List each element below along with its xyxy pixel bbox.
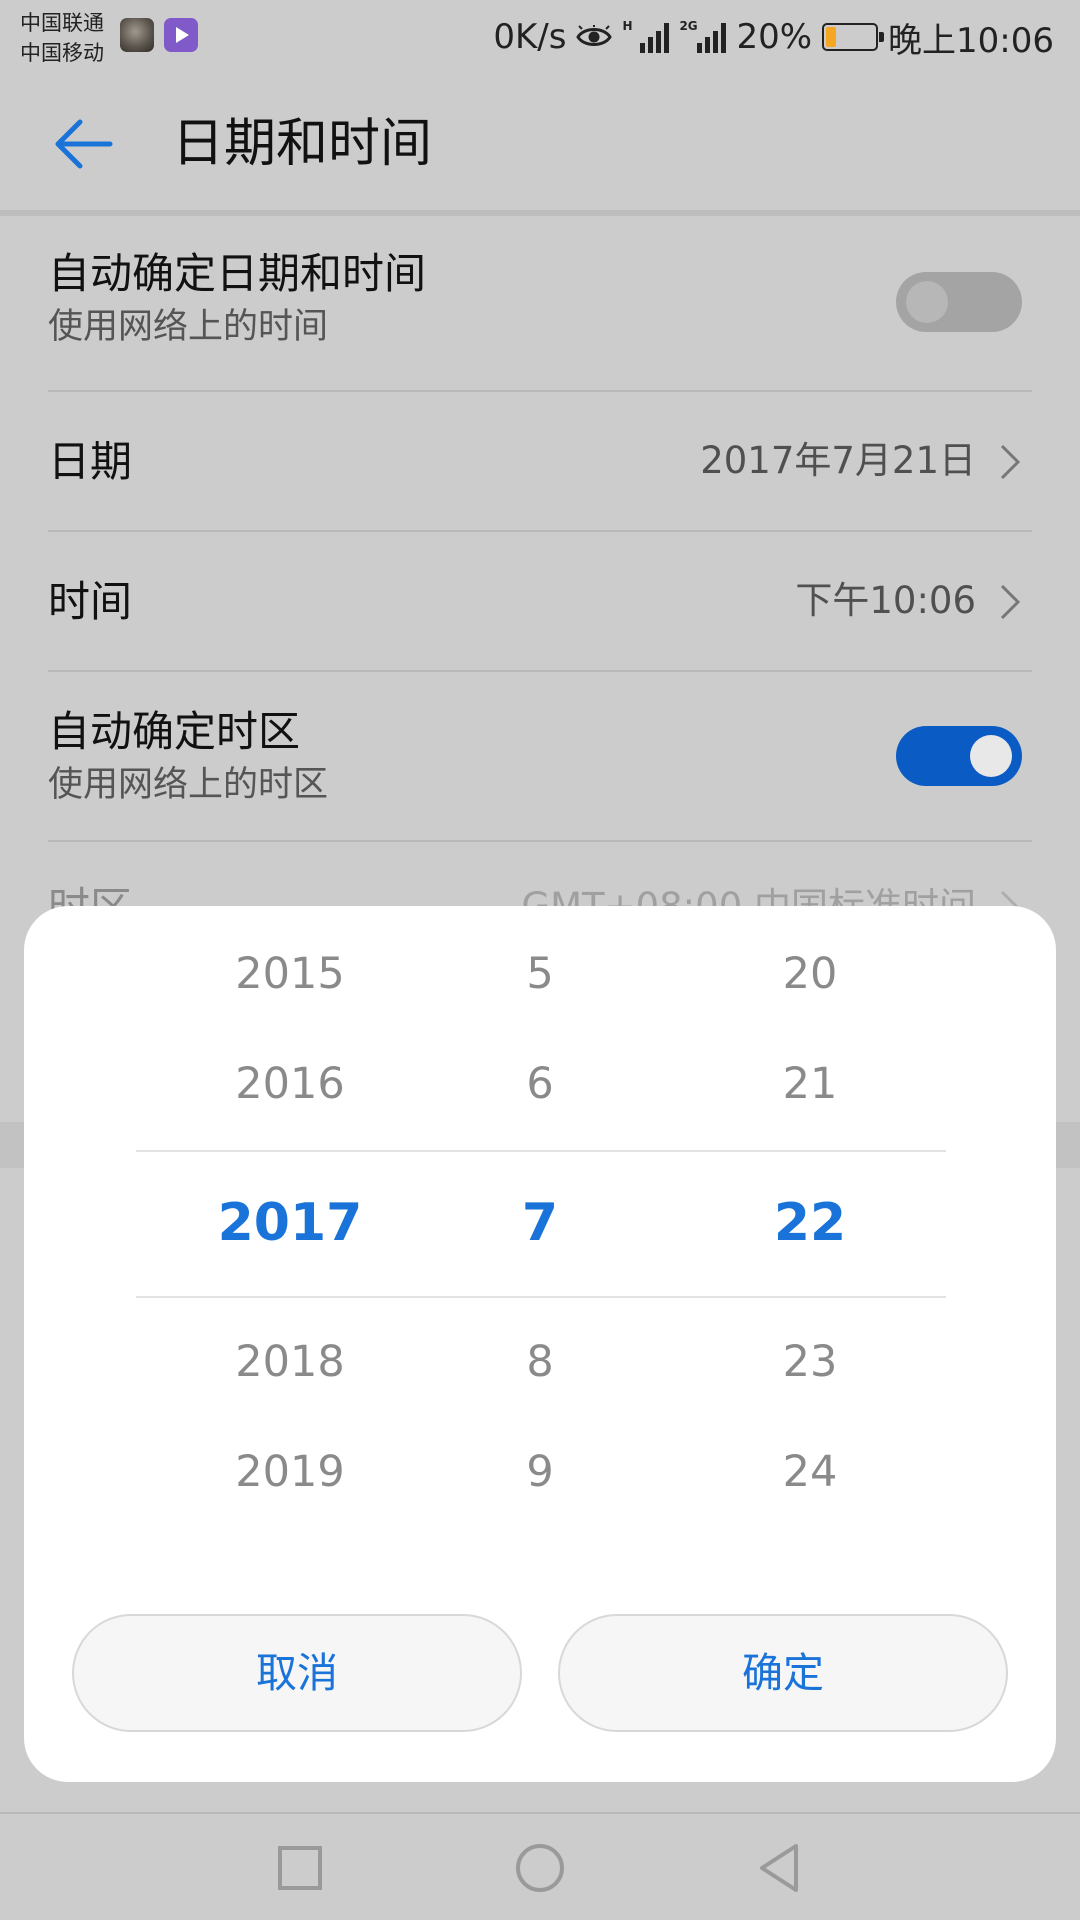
system-nav-bar bbox=[0, 1812, 1080, 1920]
day-option[interactable]: 20 bbox=[690, 944, 930, 1004]
date-row[interactable]: 日期 2017年7月21日 bbox=[48, 434, 1032, 494]
circle-home-icon[interactable] bbox=[510, 1838, 570, 1898]
row-divider bbox=[48, 840, 1032, 842]
month-selected[interactable]: 7 bbox=[420, 1188, 660, 1258]
row-divider bbox=[48, 670, 1032, 672]
game-app-icon bbox=[120, 18, 154, 52]
year-option[interactable]: 2015 bbox=[170, 944, 410, 1004]
battery-level-fill bbox=[826, 27, 836, 47]
auto-timezone-row[interactable]: 自动确定时区 使用网络上的时区 bbox=[48, 704, 1032, 814]
auto-datetime-title: 自动确定日期和时间 bbox=[48, 249, 427, 298]
status-bar: 中国联通 中国移动 0K/s H 2G 20% 晚上10:06 bbox=[0, 0, 1080, 76]
net-speed: 0K/s bbox=[493, 17, 567, 57]
battery-icon bbox=[822, 23, 885, 51]
year-wheel[interactable]: 2015 2016 2017 2018 2019 bbox=[170, 906, 410, 1546]
month-wheel[interactable]: 5 6 7 8 9 bbox=[420, 906, 660, 1546]
toggle-knob bbox=[970, 735, 1012, 777]
day-option[interactable]: 23 bbox=[690, 1332, 930, 1392]
eye-icon bbox=[576, 25, 613, 46]
date-value: 2017年7月21日 bbox=[700, 439, 976, 482]
carrier-info: 中国联通 中国移动 bbox=[20, 8, 104, 68]
day-option[interactable]: 21 bbox=[690, 1054, 930, 1114]
signal-icon: H bbox=[622, 19, 670, 53]
carrier-2: 中国移动 bbox=[20, 41, 104, 65]
year-option[interactable]: 2016 bbox=[170, 1054, 410, 1114]
month-option[interactable]: 5 bbox=[420, 944, 660, 1004]
month-option[interactable]: 8 bbox=[420, 1332, 660, 1392]
confirm-button[interactable]: 确定 bbox=[558, 1614, 1008, 1732]
date-picker-dialog: 2015 2016 2017 2018 2019 5 6 7 8 9 20 21… bbox=[24, 906, 1056, 1782]
auto-timezone-toggle[interactable] bbox=[896, 726, 1022, 786]
month-option[interactable]: 9 bbox=[420, 1442, 660, 1502]
day-option[interactable]: 24 bbox=[690, 1442, 930, 1502]
battery-percent: 20% bbox=[736, 17, 813, 57]
year-option[interactable]: 2018 bbox=[170, 1332, 410, 1392]
toggle-knob bbox=[906, 281, 948, 323]
carrier-1: 中国联通 bbox=[20, 11, 104, 35]
auto-timezone-subtitle: 使用网络上的时区 bbox=[48, 765, 329, 805]
day-wheel[interactable]: 20 21 22 23 24 bbox=[690, 906, 930, 1546]
status-indicators: 0K/s H 2G 20% 晚上10:06 bbox=[493, 12, 1054, 62]
arrow-left-icon[interactable] bbox=[50, 112, 114, 176]
time-value: 下午10:06 bbox=[795, 579, 976, 622]
app-bar: 日期和时间 bbox=[0, 76, 1080, 210]
app-bar-divider bbox=[0, 210, 1080, 216]
video-app-icon bbox=[164, 18, 198, 52]
year-selected[interactable]: 2017 bbox=[170, 1188, 410, 1258]
signal-tag: 2G bbox=[679, 19, 698, 33]
cancel-button[interactable]: 取消 bbox=[72, 1614, 522, 1732]
square-recents-icon[interactable] bbox=[270, 1838, 330, 1898]
auto-datetime-toggle[interactable] bbox=[896, 272, 1022, 332]
row-divider bbox=[48, 390, 1032, 392]
chevron-right-icon bbox=[1000, 584, 1021, 620]
day-selected[interactable]: 22 bbox=[690, 1188, 930, 1258]
year-option[interactable]: 2019 bbox=[170, 1442, 410, 1502]
auto-timezone-title: 自动确定时区 bbox=[48, 707, 301, 756]
row-divider bbox=[48, 530, 1032, 532]
chevron-right-icon bbox=[1000, 444, 1021, 480]
date-picker-wheels: 2015 2016 2017 2018 2019 5 6 7 8 9 20 21… bbox=[24, 906, 1056, 1546]
time-row[interactable]: 时间 下午10:06 bbox=[48, 574, 1032, 634]
signal-icon: 2G bbox=[679, 19, 727, 53]
signal-tag: H bbox=[622, 19, 633, 33]
auto-datetime-row[interactable]: 自动确定日期和时间 使用网络上的时间 bbox=[48, 246, 1032, 376]
status-time: 晚上10:06 bbox=[888, 20, 1054, 61]
page-title: 日期和时间 bbox=[172, 114, 433, 174]
month-option[interactable]: 6 bbox=[420, 1054, 660, 1114]
triangle-back-icon[interactable] bbox=[750, 1838, 810, 1898]
auto-datetime-subtitle: 使用网络上的时间 bbox=[48, 307, 329, 347]
